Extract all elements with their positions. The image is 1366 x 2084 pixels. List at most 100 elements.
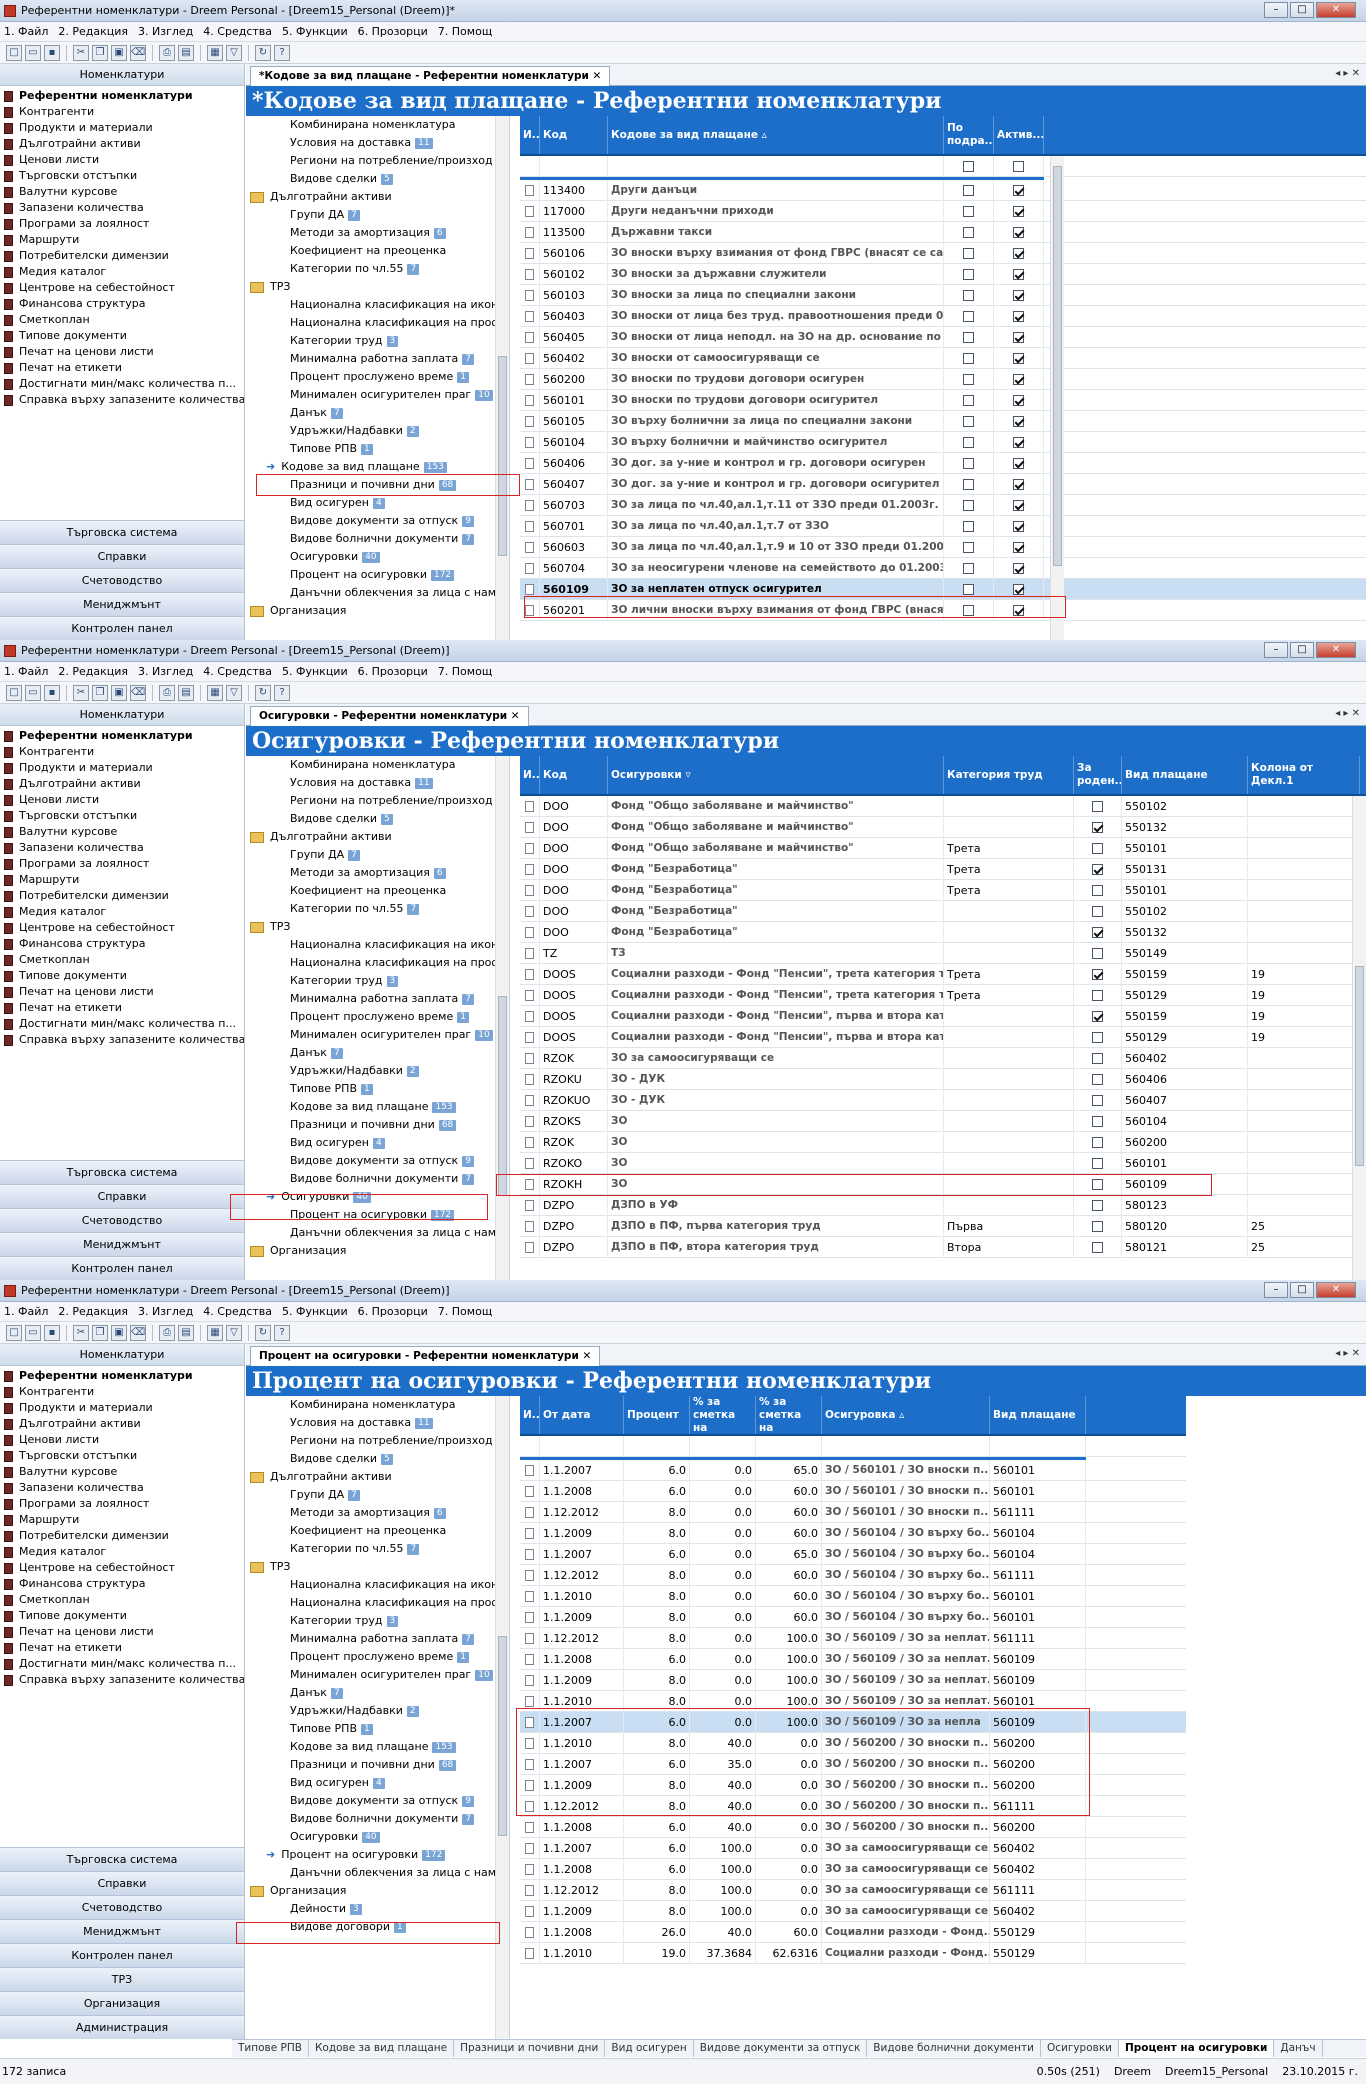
- table-row[interactable]: RZOKU ЗО - ДУК 560406: [520, 1068, 1366, 1090]
- tree-node[interactable]: Удръжки/Надбавки 2: [246, 422, 509, 440]
- module-button[interactable]: Справки: [0, 1871, 244, 1895]
- nav-item[interactable]: Валутни курсове: [0, 824, 244, 840]
- table-row[interactable]: DOO Фонд "Безработица" Трета 550131: [520, 858, 1366, 880]
- tree-node[interactable]: Методи за амортизация 6: [246, 1504, 509, 1522]
- checkbox[interactable]: [963, 499, 974, 511]
- table-row[interactable]: RZOK ЗО за самоосигуряващи се 560402: [520, 1047, 1366, 1069]
- table-row[interactable]: DOOS Социални разходи - Фонд "Пенсии", пъ…: [520, 1005, 1366, 1027]
- module-button[interactable]: Мениджмънт: [0, 1919, 244, 1943]
- scroll-thumb[interactable]: [498, 1636, 507, 1836]
- print-icon[interactable]: ⎙: [159, 1324, 175, 1341]
- table-row[interactable]: 1.12.2012 8.0 100.0 0.0 ЗО за самоосигуряващ…: [520, 1879, 1186, 1901]
- menu-item[interactable]: 3. Изглед: [138, 25, 193, 38]
- menu-item[interactable]: 1. Файл: [4, 25, 48, 38]
- tree-node[interactable]: Видове документи за отпуск 9: [246, 1152, 509, 1170]
- paste-icon[interactable]: ▣: [111, 684, 127, 701]
- maximize-button[interactable]: □: [1290, 1282, 1314, 1298]
- checkbox[interactable]: [963, 583, 974, 595]
- tree-node[interactable]: Данъчни облекчения за лица с намал: [246, 1224, 509, 1242]
- nav-item[interactable]: Сметкоплан: [0, 952, 244, 968]
- checkbox[interactable]: [1092, 1031, 1103, 1043]
- grid-icon[interactable]: ▦: [207, 44, 223, 61]
- module-button[interactable]: Организация: [0, 1991, 244, 2015]
- eraser-icon[interactable]: ⌫: [130, 1324, 146, 1341]
- column-header[interactable]: Кодове за вид плащане ▵: [608, 116, 944, 154]
- checkbox[interactable]: [1013, 415, 1024, 427]
- table-row[interactable]: RZOKS ЗО 560104: [520, 1110, 1366, 1132]
- tree-node[interactable]: Удръжки/Надбавки 2: [246, 1702, 509, 1720]
- table-row[interactable]: 560200 ЗО вноски по трудови договори осиг…: [520, 368, 1366, 390]
- print-icon[interactable]: ⎙: [159, 44, 175, 61]
- tab-nav-arrows[interactable]: ◂ ▸ ✕: [1335, 68, 1360, 79]
- table-row[interactable]: 560402 ЗО вноски от самоосигуряващи се: [520, 347, 1366, 369]
- nav-item[interactable]: Валутни курсове: [0, 1464, 244, 1480]
- checkbox[interactable]: [1013, 457, 1024, 469]
- menu-item[interactable]: 5. Функции: [282, 25, 348, 38]
- nav-item[interactable]: Референтни номенклатури: [0, 1368, 244, 1384]
- tree-node[interactable]: Минимална работна заплата 7: [246, 1630, 509, 1648]
- new-icon[interactable]: □: [6, 1324, 22, 1341]
- checkbox[interactable]: [963, 352, 974, 364]
- menu-item[interactable]: 7. Помощ: [438, 1305, 492, 1318]
- module-button[interactable]: Мениджмънт: [0, 1232, 244, 1256]
- tree-node[interactable]: Организация: [246, 1882, 509, 1900]
- tree-node[interactable]: Видове документи за отпуск 9: [246, 512, 509, 530]
- nav-item[interactable]: Типове документи: [0, 968, 244, 984]
- checkbox[interactable]: [1013, 289, 1024, 301]
- checkbox[interactable]: [963, 478, 974, 490]
- table-row[interactable]: DOO Фонд "Общо заболяване и майчинство" 55…: [520, 816, 1366, 838]
- table-row[interactable]: DOOS Социални разходи - Фонд "Пенсии", пъ…: [520, 1026, 1366, 1048]
- checkbox[interactable]: [1092, 1157, 1103, 1169]
- refresh-icon[interactable]: ↻: [255, 1324, 271, 1341]
- tree-node[interactable]: Минимален осигурителен праг 10: [246, 386, 509, 404]
- table-row[interactable]: 1.1.2007 6.0 35.0 0.0 ЗО / 560200 / ЗО вноск…: [520, 1753, 1186, 1775]
- nav-item[interactable]: Маршрути: [0, 232, 244, 248]
- scroll-thumb[interactable]: [1355, 966, 1364, 1166]
- nav-item[interactable]: Контрагенти: [0, 104, 244, 120]
- tab-close-icon[interactable]: ✕: [582, 1350, 591, 1362]
- menu-item[interactable]: 6. Прозорци: [358, 1305, 428, 1318]
- tree-node[interactable]: Национална класификация на иконом: [246, 296, 509, 314]
- table-row[interactable]: 1.1.2007 6.0 0.0 100.0 ЗО / 560109 / ЗО за н…: [520, 1711, 1186, 1733]
- checkbox[interactable]: [1092, 1094, 1103, 1106]
- tree-node[interactable]: Категории по чл.55 7: [246, 260, 509, 278]
- table-row[interactable]: DOO Фонд "Безработица" Трета 550101: [520, 879, 1366, 901]
- table-row[interactable]: 1.12.2012 8.0 40.0 0.0 ЗО / 560200 / ЗО внос…: [520, 1795, 1186, 1817]
- minimize-button[interactable]: –: [1264, 1282, 1288, 1298]
- filter-icon[interactable]: ▽: [226, 44, 242, 61]
- column-header[interactable]: За роден...: [1074, 756, 1122, 794]
- checkbox[interactable]: [1013, 478, 1024, 490]
- column-header[interactable]: Осигуровка ▵: [822, 1396, 990, 1434]
- tree-node[interactable]: Видове болнични документи 7: [246, 530, 509, 548]
- checkbox[interactable]: [963, 331, 974, 343]
- checkbox[interactable]: [1013, 160, 1024, 172]
- module-button[interactable]: Търговска система: [0, 1160, 244, 1184]
- tab-active[interactable]: Процент на осигуровки - Референтни номен…: [250, 1346, 601, 1366]
- tree-node[interactable]: Вид осигурен 4: [246, 1774, 509, 1792]
- nav-item[interactable]: Центрове на себестойност: [0, 280, 244, 296]
- save-icon[interactable]: ▪: [44, 684, 60, 701]
- help-icon[interactable]: ?: [274, 684, 290, 701]
- nav-item[interactable]: Продукти и материали: [0, 1400, 244, 1416]
- table-row[interactable]: 1.12.2012 8.0 0.0 60.0 ЗО / 560101 / ЗО внос…: [520, 1501, 1186, 1523]
- tree-node[interactable]: Условия на доставка 11: [246, 774, 509, 792]
- paste-icon[interactable]: ▣: [111, 44, 127, 61]
- preview-icon[interactable]: ▤: [178, 44, 194, 61]
- checkbox[interactable]: [963, 604, 974, 616]
- bottom-tab[interactable]: Празници и почивни дни: [454, 2040, 606, 2057]
- nav-item[interactable]: Печат на етикети: [0, 360, 244, 376]
- nav-item[interactable]: Дълготрайни активи: [0, 1416, 244, 1432]
- tree-node[interactable]: Процент на осигуровки 172: [246, 566, 509, 584]
- table-row[interactable]: 1.1.2008 6.0 100.0 0.0 ЗО за самоосигуряващи…: [520, 1858, 1186, 1880]
- nav-item[interactable]: Потребителски димензии: [0, 1528, 244, 1544]
- tree-node[interactable]: Празници и почивни дни 68: [246, 1116, 509, 1134]
- nav-item[interactable]: Референтни номенклатури: [0, 728, 244, 744]
- checkbox[interactable]: [1013, 562, 1024, 574]
- tree-node[interactable]: Категории труд 3: [246, 972, 509, 990]
- checkbox[interactable]: [1092, 968, 1103, 980]
- nav-item[interactable]: Дълготрайни активи: [0, 776, 244, 792]
- checkbox[interactable]: [1013, 541, 1024, 553]
- table-row[interactable]: 1.1.2010 8.0 0.0 100.0 ЗО / 560109 / ЗО за н…: [520, 1690, 1186, 1712]
- tree-node[interactable]: ТРЗ: [246, 918, 509, 936]
- column-header[interactable]: Категория труд: [944, 756, 1074, 794]
